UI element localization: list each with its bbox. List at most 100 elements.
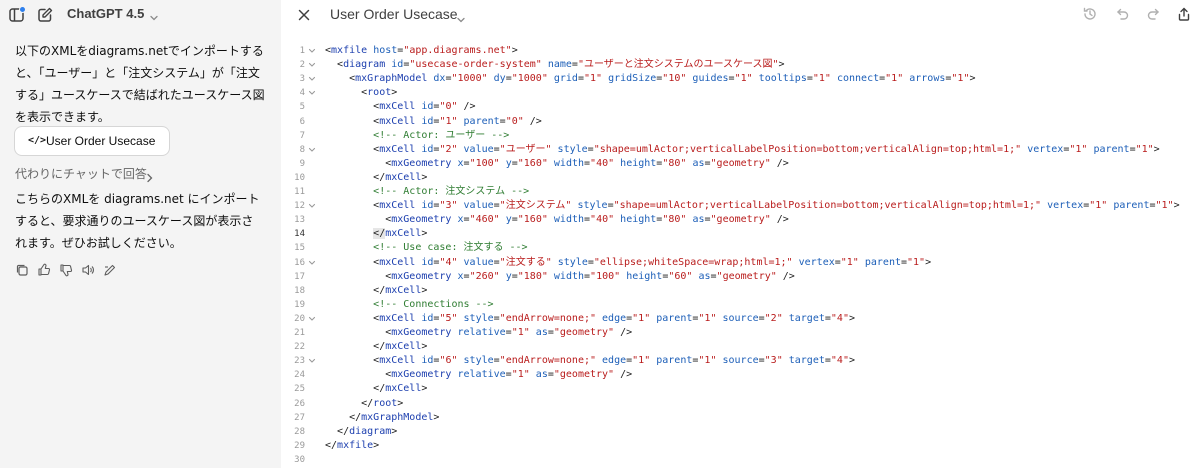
code-token: id (421, 143, 434, 155)
line-number: 28 (294, 426, 305, 437)
code-text: </mxCell> (325, 171, 427, 185)
sidebar-toggle-icon[interactable] (8, 6, 26, 24)
code-line[interactable]: 17 <mxGeometry x="260" y="180" width="10… (281, 270, 1200, 284)
thumbs-up-icon[interactable] (37, 262, 51, 276)
redo-icon[interactable] (1146, 6, 1162, 22)
code-token: id (421, 312, 434, 324)
code-token: host (373, 45, 398, 56)
chat-header: ChatGPT 4.5 (0, 0, 281, 32)
code-line[interactable]: 10 </mxCell> (281, 171, 1200, 185)
code-line[interactable]: 15 <!-- Use case: 注文する --> (281, 241, 1200, 255)
code-line[interactable]: 4 <root> (281, 86, 1200, 100)
code-token: > (1153, 143, 1160, 155)
code-token: source (722, 355, 759, 367)
code-token: as (692, 214, 705, 226)
code-line[interactable]: 29 </mxfile> (281, 439, 1200, 453)
code-text: </mxCell> (325, 284, 427, 298)
code-line[interactable]: 19 <!-- Connections --> (281, 298, 1200, 312)
model-selector[interactable]: ChatGPT 4.5 (67, 6, 144, 21)
code-line[interactable]: 6 <mxCell id="1" parent="0" /> (281, 115, 1200, 129)
code-line[interactable]: 20 <mxCell id="5" style="endArrow=none;"… (281, 312, 1200, 326)
code-line[interactable]: 13 <mxGeometry x="460" y="160" width="40… (281, 213, 1200, 227)
line-number: 15 (294, 243, 305, 254)
code-token: "1" (1155, 200, 1174, 212)
code-token: > (373, 439, 380, 451)
code-text: <!-- Actor: 注文システム --> (325, 185, 529, 199)
code-token: "6" (439, 355, 458, 367)
line-number: 30 (294, 454, 305, 465)
undo-icon[interactable] (1114, 6, 1130, 22)
share-icon[interactable] (1176, 6, 1192, 22)
code-token: > (1173, 200, 1180, 212)
code-token: </ (337, 425, 350, 437)
assistant-message: 以下のXMLをdiagrams.netでインポートすると、「ユーザー」と「注文シ… (15, 44, 265, 124)
answer-in-chat-link[interactable]: 代わりにチャットで回答 (15, 165, 147, 182)
code-text: </mxfile> (325, 439, 379, 453)
code-line[interactable]: 26 </root> (281, 397, 1200, 411)
close-icon[interactable] (297, 7, 311, 21)
document-title[interactable]: User Order Usecase (330, 6, 458, 22)
code-token: "1" (584, 73, 603, 85)
history-icon[interactable] (1082, 6, 1098, 22)
code-text: <mxCell id="3" value="注文システム" style="sha… (325, 199, 1180, 213)
chevron-right-icon[interactable] (146, 168, 154, 187)
code-token: mxCell (385, 341, 422, 353)
code-token: "60" (668, 270, 693, 282)
code-line[interactable]: 30 (281, 453, 1200, 467)
code-line[interactable]: 21 <mxGeometry relative="1" as="geometry… (281, 326, 1200, 340)
code-line[interactable]: 5 <mxCell id="0" /> (281, 100, 1200, 114)
code-line[interactable]: 16 <mxCell id="4" value="注文する" style="el… (281, 256, 1200, 270)
open-artifact-button[interactable]: </> User Order Usecase (14, 126, 170, 156)
line-number: 29 (294, 440, 305, 451)
copy-icon[interactable] (15, 262, 29, 276)
code-line[interactable]: 3 <mxGraphModel dx="1000" dy="1000" grid… (281, 72, 1200, 86)
line-number: 2 (299, 60, 305, 71)
code-text: </diagram> (325, 425, 397, 439)
code-line[interactable]: 27 </mxGraphModel> (281, 411, 1200, 425)
code-token: <!-- Connections --> (373, 298, 494, 310)
code-token: "1" (907, 256, 926, 268)
code-token: style (463, 355, 494, 367)
code-line[interactable]: 2 <diagram id="usecase-order-system" nam… (281, 58, 1200, 72)
code-line[interactable]: 25 </mxCell> (281, 382, 1200, 396)
code-token: "1" (812, 73, 831, 85)
thumbs-down-icon[interactable] (59, 262, 73, 277)
edit-pencil-icon[interactable] (103, 262, 117, 276)
speaker-icon[interactable] (81, 262, 95, 276)
code-token: vertex (1027, 143, 1064, 155)
code-line[interactable]: 7 <!-- Actor: ユーザー --> (281, 129, 1200, 143)
assistant-message-2: こちらのXMLを diagrams.net にインポートすると、要求通りのユース… (15, 192, 260, 250)
code-line[interactable]: 22 </mxCell> (281, 340, 1200, 354)
code-token: edge (602, 355, 627, 367)
code-token: "100" (590, 270, 621, 282)
code-line[interactable]: 23 <mxCell id="6" style="endArrow=none;"… (281, 354, 1200, 368)
new-chat-icon[interactable] (36, 6, 54, 24)
code-token: mxGeometry (391, 157, 452, 169)
chevron-down-icon[interactable] (149, 8, 159, 27)
code-line[interactable]: 18 </mxCell> (281, 284, 1200, 298)
code-token: "geometry" (553, 327, 615, 338)
chevron-down-icon[interactable] (456, 10, 466, 29)
code-token: > (433, 411, 440, 423)
code-token: mxCell (385, 171, 422, 183)
code-text: <mxCell id="0" /> (325, 100, 476, 114)
code-token: /> (614, 327, 633, 338)
code-line[interactable]: 9 <mxGeometry x="100" y="160" width="40"… (281, 157, 1200, 171)
code-line[interactable]: 8 <mxCell id="2" value="ユーザー" style="sha… (281, 143, 1200, 157)
code-token: /> (457, 101, 476, 113)
code-text: </mxCell> (325, 382, 427, 396)
code-line[interactable]: 1 <mxfile host="app.diagrams.net"> (281, 44, 1200, 58)
code-token: > (421, 341, 428, 353)
code-text: <mxCell id="1" parent="0" /> (325, 115, 542, 129)
code-token: "10" (662, 73, 687, 85)
code-line[interactable]: 28 </diagram> (281, 425, 1200, 439)
code-token: > (969, 73, 976, 85)
code-token: > (421, 228, 428, 240)
code-line[interactable]: 12 <mxCell id="3" value="注文システム" style="… (281, 199, 1200, 213)
code-token: as (698, 270, 711, 282)
code-line[interactable]: 11 <!-- Actor: 注文システム --> (281, 185, 1200, 199)
code-line[interactable]: 14 </mxCell> (281, 227, 1200, 241)
code-line[interactable]: 24 <mxGeometry relative="1" as="geometry… (281, 368, 1200, 382)
